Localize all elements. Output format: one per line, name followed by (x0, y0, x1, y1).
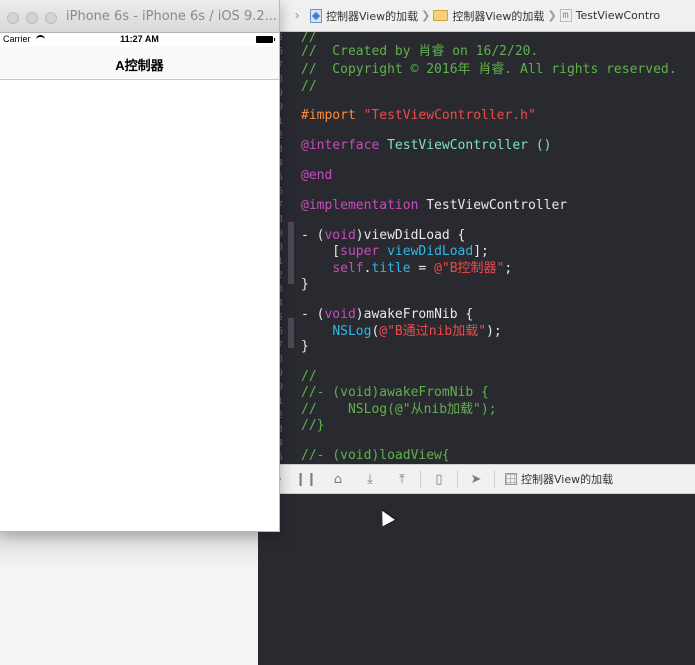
app-content-view[interactable] (0, 80, 279, 531)
code-line: //} (301, 418, 325, 433)
ios-status-bar: Carrier 11:27 AM (0, 33, 279, 47)
project-file-icon (310, 8, 322, 23)
code-line: // Copyright © 2016年 肖睿. All rights rese… (301, 62, 677, 77)
debug-console[interactable] (258, 494, 695, 665)
code-token: @end (301, 168, 333, 183)
navigation-bar: A控制器 (0, 47, 279, 80)
code-token: void (324, 307, 356, 322)
folder-icon (433, 10, 449, 21)
step-out-button[interactable]: ⤒ (386, 464, 418, 494)
scene-icon (505, 473, 517, 485)
code-token: [ (301, 244, 341, 259)
step-into-icon: ⤓ (367, 471, 373, 487)
breadcrumb-project-label: 控制器View的加载 (326, 9, 419, 23)
code-token: @implementation (301, 198, 419, 213)
simulator-title-bar[interactable]: iPhone 6s - iPhone 6s / iOS 9.2... (0, 0, 279, 33)
toolbar-divider (494, 470, 495, 488)
breadcrumb-separator: ❯ (421, 9, 431, 22)
status-time: 11:27 AM (120, 34, 159, 44)
step-over-button[interactable]: ⌂ (322, 464, 354, 494)
zoom-window-button[interactable] (45, 12, 57, 24)
code-line: @interface TestViewController () (301, 138, 551, 154)
code-token: - ( (301, 228, 325, 243)
debug-scheme-label[interactable]: 控制器View的加载 (521, 471, 613, 487)
code-line: } (301, 277, 309, 292)
location-icon: ➤ (470, 471, 482, 487)
breadcrumb-folder-label: 控制器View的加载 (452, 9, 545, 23)
debug-bar: ❙❙ ⌂ ⤓ ⤒ ▯ ➤ 控制器View的加载 (258, 464, 695, 494)
code-token: )awakeFromNib { (355, 307, 474, 322)
code-token: TestViewController (418, 198, 568, 213)
breadcrumb-file-label: TestViewContro (575, 9, 661, 22)
code-token: - ( (301, 307, 325, 322)
simulator-shadow (0, 530, 258, 570)
code-token: ); (486, 324, 502, 339)
code-token: #import (301, 108, 364, 123)
change-marker (288, 318, 294, 348)
breadcrumb-file[interactable]: m TestViewContro (559, 9, 661, 22)
breadcrumb-project[interactable]: 控制器View的加载 (310, 8, 418, 24)
code-token: viewDidLoad (379, 244, 474, 259)
code-token: @"B控制器" (434, 261, 505, 276)
pause-button[interactable]: ❙❙ (290, 464, 322, 494)
simulator-window: iPhone 6s - iPhone 6s / iOS 9.2... Carri… (0, 0, 280, 532)
code-token: @"B通过nib加载" (379, 324, 487, 339)
code-line: - (void)viewDidLoad { (301, 228, 465, 244)
code-token: "TestViewController.h" (363, 108, 536, 123)
code-token: ]; (473, 244, 489, 259)
code-line: NSLog(@"B通过nib加载"); (301, 324, 502, 340)
xcode-editor-window: ‹ › 控制器View的加载 ❯ 控制器View的加载 ❯ m TestView… (258, 0, 695, 665)
code-line: // Created by 肖睿 on 16/2/20. (301, 44, 539, 59)
minimize-window-button[interactable] (26, 12, 38, 24)
code-line: @implementation TestViewController (301, 198, 567, 214)
nav-title: A控制器 (115, 58, 164, 73)
source-file-icon: m (559, 9, 572, 22)
battery-icon (256, 36, 275, 43)
code-token: super (340, 244, 380, 259)
code-token: ; (504, 261, 513, 276)
simulator-title: iPhone 6s - iPhone 6s / iOS 9.2... (66, 9, 276, 24)
code-token: = (410, 261, 435, 276)
jump-bar: ‹ › 控制器View的加载 ❯ 控制器View的加载 ❯ m TestView… (258, 0, 695, 32)
breadcrumb-folder[interactable]: 控制器View的加载 (433, 8, 544, 24)
view-debugger-button[interactable]: ▯ (423, 464, 455, 494)
code-token: )viewDidLoad { (355, 228, 466, 243)
breadcrumb-separator: ❯ (547, 9, 557, 22)
code-line: - (void)awakeFromNib { (301, 307, 473, 323)
toolbar-divider (457, 470, 458, 488)
code-line: //- (void)loadView{ (301, 448, 450, 463)
close-window-button[interactable] (7, 12, 19, 24)
change-marker (288, 222, 294, 284)
code-line: // (301, 79, 317, 94)
code-token: title (371, 261, 411, 276)
code-line: } (301, 339, 309, 354)
simulate-location-button[interactable]: ➤ (460, 464, 492, 494)
code-editor[interactable]: // // Created by 肖睿 on 16/2/20. // Copyr… (301, 32, 695, 464)
step-out-icon: ⤒ (399, 471, 405, 487)
code-line: // NSLog(@"从nib加载"); (301, 402, 497, 417)
code-line: [super viewDidLoad]; (301, 244, 489, 260)
pause-icon: ❙❙ (295, 471, 317, 487)
forward-chevron-icon[interactable]: › (284, 0, 310, 31)
code-line: #import "TestViewController.h" (301, 108, 536, 124)
code-line: self.title = @"B控制器"; (301, 261, 512, 277)
step-over-icon: ⌂ (333, 471, 343, 487)
code-line: // (301, 369, 317, 384)
step-into-button[interactable]: ⤓ (354, 464, 386, 494)
view-debugger-icon: ▯ (435, 471, 443, 487)
code-token: self (332, 261, 364, 276)
code-token: NSLog (332, 324, 372, 339)
toolbar-divider (420, 470, 421, 488)
code-line: @end (301, 168, 332, 184)
code-line: //- (void)awakeFromNib { (301, 385, 489, 400)
code-token: @interface (301, 138, 380, 153)
code-token: TestViewController () (379, 138, 552, 153)
code-token: void (324, 228, 356, 243)
